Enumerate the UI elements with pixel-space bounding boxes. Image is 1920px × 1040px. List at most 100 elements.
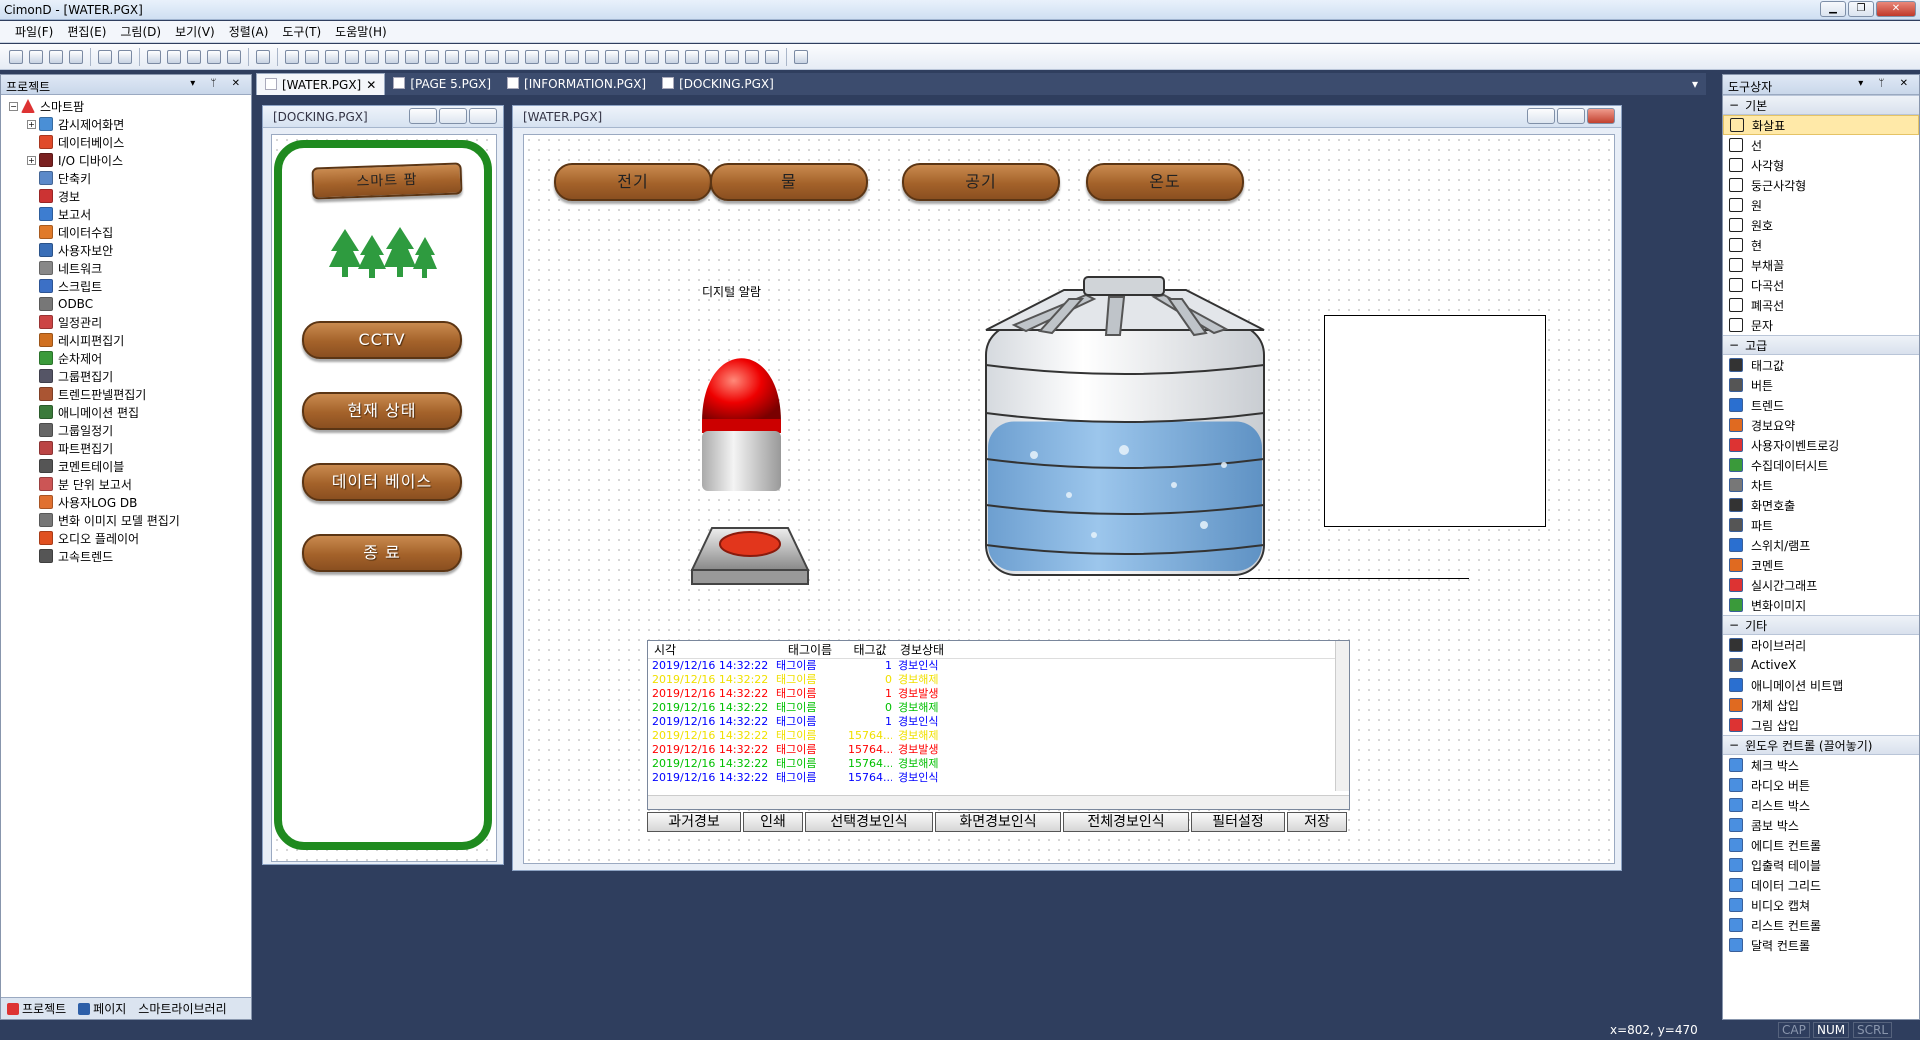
nav-temperature-button[interactable]: 온도	[1086, 163, 1244, 201]
toolbox-item[interactable]: 둥근사각형	[1723, 175, 1919, 195]
menu-arrange[interactable]: 정렬(A)	[229, 23, 269, 40]
tab-water[interactable]: [WATER.PGX] ✕	[256, 73, 386, 95]
tab-smart-library[interactable]: 스마트라이브러리	[138, 1000, 226, 1017]
toolbox-item[interactable]: 현	[1723, 235, 1919, 255]
tool6-icon[interactable]	[385, 49, 399, 64]
toolbox-item[interactable]: 사각형	[1723, 155, 1919, 175]
tool1-icon[interactable]	[285, 49, 299, 64]
toolbox-item[interactable]: 태그값	[1723, 355, 1919, 375]
expand-icon[interactable]: +	[27, 119, 36, 129]
toolbox-item[interactable]: 콤보 박스	[1723, 815, 1919, 835]
alarm-row[interactable]: 2019/12/16 14:32:22 태그이름 1 경보인식	[648, 659, 1349, 673]
panel-pin-icon[interactable]: ▾ ᛘ ✕	[190, 78, 246, 89]
alarm-row[interactable]: 2019/12/16 14:32:22 태그이름 1 경보발생	[648, 687, 1349, 701]
menu-view[interactable]: 보기(V)	[175, 23, 215, 40]
toolbox-item[interactable]: 다곡선	[1723, 275, 1919, 295]
alarm-row[interactable]: 2019/12/16 14:32:22 태그이름 0 경보해제	[648, 701, 1349, 715]
close-button[interactable]	[469, 108, 497, 124]
toolbox-item[interactable]: 달력 컨트롤	[1723, 935, 1919, 955]
help-icon[interactable]	[794, 49, 808, 64]
toolbox-item[interactable]: 입출력 테이블	[1723, 855, 1919, 875]
tree-item[interactable]: 일정관리	[1, 313, 251, 331]
toolbox-group[interactable]: − 기타	[1723, 615, 1919, 635]
toolbox-item[interactable]: 그림 삽입	[1723, 715, 1919, 735]
toolbox-item[interactable]: 화면호출	[1723, 495, 1919, 515]
minimize-button[interactable]: ▁	[1820, 1, 1846, 17]
tool22-icon[interactable]	[705, 49, 719, 64]
tree-item[interactable]: 코멘트테이블	[1, 457, 251, 475]
toolbox-item[interactable]: 비디오 캡쳐	[1723, 895, 1919, 915]
alarm-row[interactable]: 2019/12/16 14:32:22 태그이름 15764... 경보인식	[648, 771, 1349, 785]
toolbox-item[interactable]: 버튼	[1723, 375, 1919, 395]
tree-item[interactable]: 사용자LOG DB	[1, 493, 251, 511]
push-button-icon[interactable]	[690, 520, 810, 590]
toolbox-item[interactable]: 수집데이터시트	[1723, 455, 1919, 475]
find-icon[interactable]	[207, 49, 221, 64]
toolbox-item[interactable]: 원호	[1723, 215, 1919, 235]
nav-air-button[interactable]: 공기	[902, 163, 1060, 201]
current-status-button[interactable]: 현재 상태	[302, 392, 462, 430]
toolbox-item[interactable]: 체크 박스	[1723, 755, 1919, 775]
tool10-icon[interactable]	[465, 49, 479, 64]
restore-button[interactable]	[439, 108, 467, 124]
collapse-icon[interactable]: −	[1729, 618, 1739, 632]
tool13-icon[interactable]	[525, 49, 539, 64]
preview-icon[interactable]	[118, 49, 132, 64]
expand-icon[interactable]: +	[27, 155, 36, 165]
tree-item[interactable]: 변화 이미지 모델 편집기	[1, 511, 251, 529]
exit-button[interactable]: 종 료	[302, 534, 462, 572]
nav-water-button[interactable]: 물	[710, 163, 868, 201]
tool12-icon[interactable]	[505, 49, 519, 64]
horizontal-scrollbar[interactable]	[648, 795, 1349, 809]
alarm-row[interactable]: 2019/12/16 14:32:22 태그이름 15764... 경보해제	[648, 757, 1349, 771]
tool4-icon[interactable]	[345, 49, 359, 64]
toolbox-item[interactable]: 차트	[1723, 475, 1919, 495]
replace-icon[interactable]	[227, 49, 241, 64]
menu-file[interactable]: 파일(F)	[15, 23, 53, 40]
alarm-row[interactable]: 2019/12/16 14:32:22 태그이름 15764... 경보발생	[648, 743, 1349, 757]
tool21-icon[interactable]	[685, 49, 699, 64]
tool19-icon[interactable]	[645, 49, 659, 64]
tool5-icon[interactable]	[365, 49, 379, 64]
tool7-icon[interactable]	[405, 49, 419, 64]
paste-icon[interactable]	[187, 49, 201, 64]
toolbox-item[interactable]: 선	[1723, 135, 1919, 155]
collapse-icon[interactable]: −	[1729, 98, 1739, 112]
tab-information[interactable]: [INFORMATION.PGX]	[499, 73, 654, 95]
tree-item[interactable]: 고속트렌드	[1, 547, 251, 565]
database-button[interactable]: 데이터 베이스	[302, 463, 462, 501]
save-icon[interactable]	[49, 49, 63, 64]
close-tab-icon[interactable]: ✕	[366, 78, 376, 95]
tool14-icon[interactable]	[545, 49, 559, 64]
toolbox-item[interactable]: 데이터 그리드	[1723, 875, 1919, 895]
toolbox-item[interactable]: 폐곡선	[1723, 295, 1919, 315]
ack-screen-button[interactable]: 화면경보인식	[935, 812, 1061, 832]
close-button[interactable]: ✕	[1876, 1, 1916, 17]
tree-item[interactable]: 오디오 플레이어	[1, 529, 251, 547]
toolbox-item[interactable]: 실시간그래프	[1723, 575, 1919, 595]
toolbox-item[interactable]: 리스트 박스	[1723, 795, 1919, 815]
minimize-button[interactable]	[1527, 108, 1555, 124]
collapse-icon[interactable]: −	[1729, 338, 1739, 352]
tab-page[interactable]: 페이지	[78, 1000, 126, 1017]
tree-item[interactable]: 트렌드판넬편집기	[1, 385, 251, 403]
filter-settings-button[interactable]: 필터설정	[1191, 812, 1285, 832]
tool2-icon[interactable]	[305, 49, 319, 64]
save-all-icon[interactable]	[69, 49, 83, 64]
save-button[interactable]: 저장	[1287, 812, 1347, 832]
toolbox-item[interactable]: ActiveX	[1723, 655, 1919, 675]
tool16-icon[interactable]	[585, 49, 599, 64]
toolbox-item[interactable]: 경보요약	[1723, 415, 1919, 435]
tree-item[interactable]: 그룹일정기	[1, 421, 251, 439]
tool23-icon[interactable]	[725, 49, 739, 64]
tool8-icon[interactable]	[425, 49, 439, 64]
tool25-icon[interactable]	[765, 49, 779, 64]
tree-item[interactable]: 경보	[1, 187, 251, 205]
toolbox-item[interactable]: 변화이미지	[1723, 595, 1919, 615]
maximize-button[interactable]: ❐	[1848, 1, 1874, 17]
toolbox-item[interactable]: 코멘트	[1723, 555, 1919, 575]
tool11-icon[interactable]	[485, 49, 499, 64]
toolbox-item[interactable]: 사용자이벤트로깅	[1723, 435, 1919, 455]
alarm-row[interactable]: 2019/12/16 14:32:22 태그이름 0 경보해제	[648, 673, 1349, 687]
tree-item[interactable]: 순차제어	[1, 349, 251, 367]
